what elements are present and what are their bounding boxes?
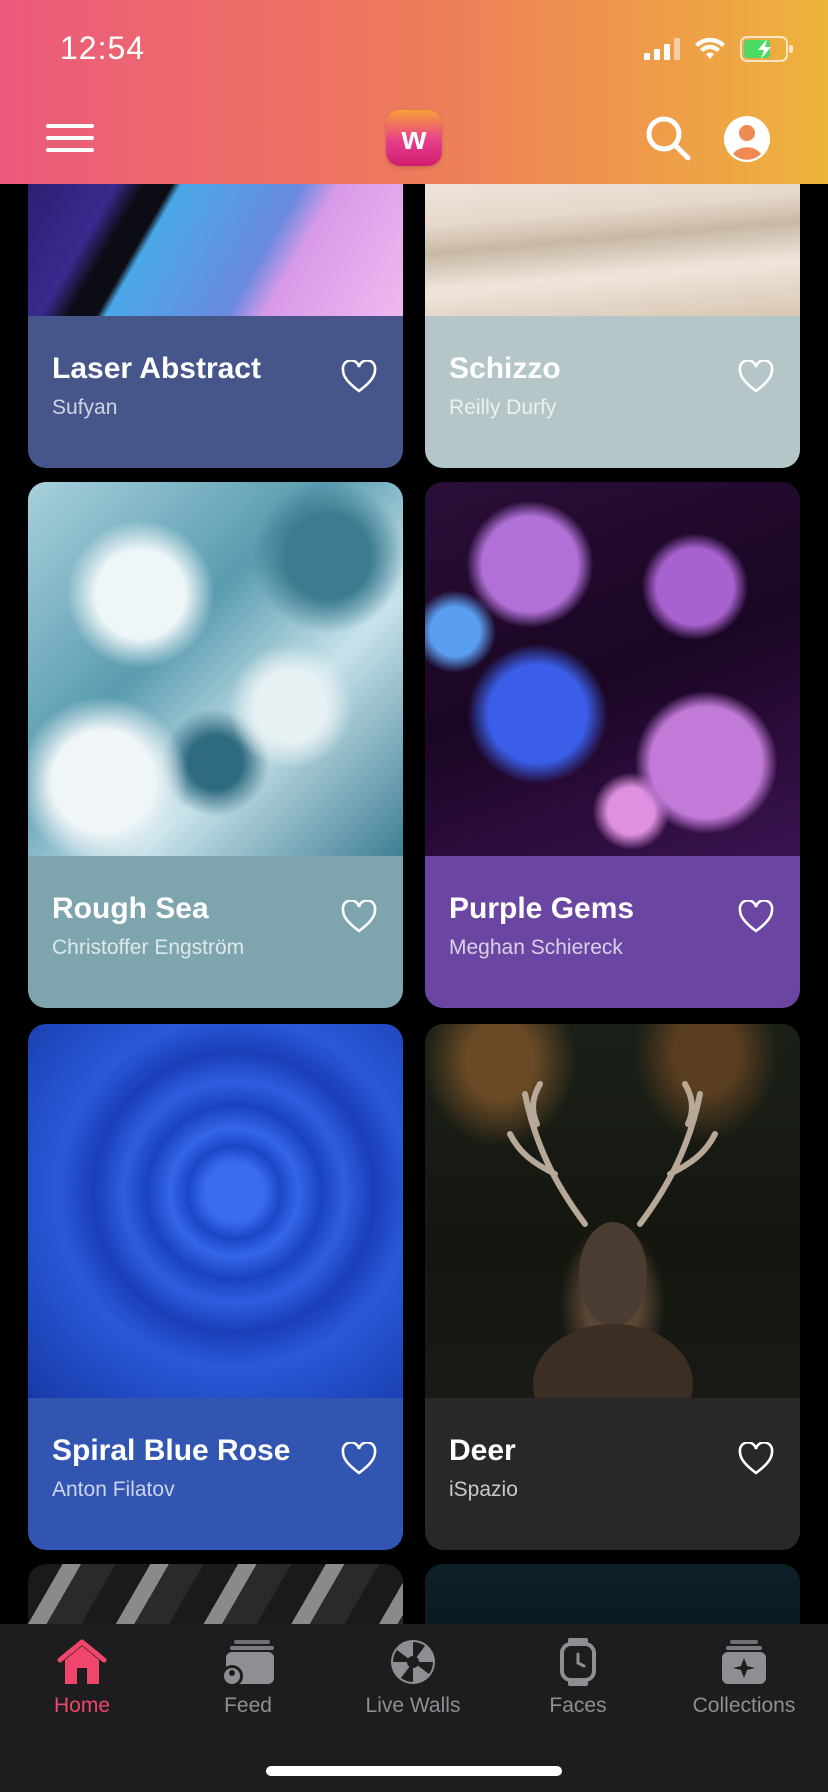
- wallpaper-card[interactable]: Deer iSpazio: [425, 1024, 800, 1550]
- tab-feed[interactable]: Feed: [168, 1638, 328, 1718]
- heart-icon[interactable]: [738, 360, 774, 394]
- wallpaper-thumbnail: [28, 1024, 403, 1398]
- tab-label: Feed: [224, 1694, 272, 1717]
- app-logo: w: [386, 110, 442, 166]
- heart-icon[interactable]: [341, 1442, 377, 1476]
- card-info: Spiral Blue Rose Anton Filatov: [28, 1398, 403, 1550]
- card-info: Rough Sea Christoffer Engström: [28, 856, 403, 1008]
- hamburger-icon-line: [46, 148, 94, 152]
- wallpaper-card[interactable]: Rough Sea Christoffer Engström: [28, 482, 403, 1008]
- search-icon[interactable]: [644, 114, 692, 162]
- wifi-icon: [695, 37, 725, 59]
- wallpaper-thumbnail: [425, 482, 800, 856]
- live-walls-icon: [391, 1640, 435, 1684]
- card-author: Reilly Durfy: [449, 396, 557, 419]
- card-author: Anton Filatov: [52, 1478, 175, 1501]
- heart-icon[interactable]: [738, 900, 774, 934]
- card-author: Christoffer Engström: [52, 936, 245, 959]
- tab-live-walls[interactable]: Live Walls: [333, 1638, 493, 1718]
- card-title: Deer: [449, 1434, 516, 1467]
- card-info: Schizzo Reilly Durfy: [425, 316, 800, 468]
- cellular-signal-icon: [644, 38, 680, 60]
- card-author: iSpazio: [449, 1478, 518, 1501]
- hamburger-icon-line: [46, 124, 94, 128]
- wallpaper-card[interactable]: Schizzo Reilly Durfy: [425, 160, 800, 468]
- watch-faces-icon: [560, 1638, 596, 1686]
- tab-home[interactable]: Home: [2, 1638, 162, 1718]
- card-title: Rough Sea: [52, 892, 209, 925]
- card-info: Deer iSpazio: [425, 1398, 800, 1550]
- heart-icon[interactable]: [341, 900, 377, 934]
- card-info: Laser Abstract Sufyan: [28, 316, 403, 468]
- battery-charging-icon: [740, 36, 793, 62]
- wallpaper-card[interactable]: Spiral Blue Rose Anton Filatov: [28, 1024, 403, 1550]
- wallpaper-grid: Laser Abstract Sufyan Schizzo Reilly Dur…: [0, 0, 828, 1792]
- card-title: Spiral Blue Rose: [52, 1434, 291, 1467]
- tab-faces[interactable]: Faces: [498, 1638, 658, 1718]
- collections-icon: [722, 1640, 766, 1684]
- tab-label: Live Walls: [365, 1694, 461, 1717]
- status-icons: [644, 36, 794, 62]
- card-title: Purple Gems: [449, 892, 635, 925]
- home-icon: [57, 1639, 107, 1684]
- card-info: Purple Gems Meghan Schiereck: [425, 856, 800, 1008]
- card-author: Sufyan: [52, 396, 118, 419]
- heart-icon[interactable]: [341, 360, 377, 394]
- wallpaper-card[interactable]: Laser Abstract Sufyan: [28, 160, 403, 468]
- app-header: 12:54 w: [0, 0, 828, 184]
- tab-label: Collections: [692, 1694, 796, 1717]
- status-time: 12:54: [60, 30, 146, 66]
- card-title: Schizzo: [449, 352, 561, 385]
- wallpaper-card[interactable]: Purple Gems Meghan Schiereck: [425, 482, 800, 1008]
- card-author: Meghan Schiereck: [449, 936, 623, 959]
- wallpaper-thumbnail: [28, 482, 403, 856]
- menu-button[interactable]: [46, 124, 94, 156]
- tab-label: Faces: [549, 1694, 607, 1717]
- tab-label: Home: [53, 1694, 111, 1717]
- tab-collections[interactable]: Collections: [664, 1638, 824, 1718]
- feed-icon: [221, 1640, 274, 1686]
- hamburger-icon-line: [46, 136, 94, 140]
- heart-icon[interactable]: [738, 1442, 774, 1476]
- profile-icon[interactable]: [724, 116, 770, 162]
- home-indicator: [266, 1766, 562, 1776]
- deer-antlers-graphic: [507, 1081, 718, 1444]
- card-title: Laser Abstract: [52, 352, 261, 385]
- wallpaper-thumbnail: [425, 1024, 800, 1444]
- logo-letter: w: [401, 119, 427, 156]
